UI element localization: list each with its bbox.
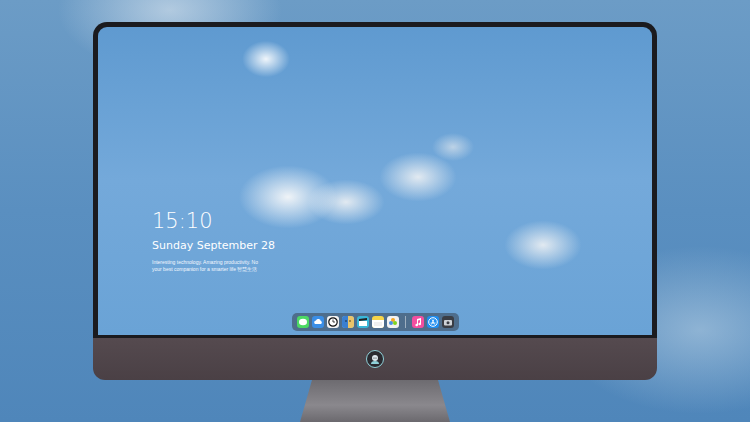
finder-glyph-icon xyxy=(342,316,354,328)
brand-logo-icon xyxy=(366,350,384,368)
notes-icon[interactable] xyxy=(372,316,384,328)
monitor-chin xyxy=(93,338,657,380)
appstore-glyph-icon xyxy=(427,316,439,328)
drive-icon[interactable] xyxy=(312,316,324,328)
monitor: 15:10 Sunday September 28 Interesting tech… xyxy=(93,22,657,422)
drive-glyph-icon xyxy=(312,316,324,328)
monitor-bezel: 15:10 Sunday September 28 Interesting tech… xyxy=(93,22,657,338)
dock xyxy=(292,313,459,331)
camera-glyph-icon xyxy=(442,316,454,328)
lock-screen: 15:10 Sunday September 28 Interesting tech… xyxy=(98,27,652,335)
clock: 15:10 xyxy=(152,210,652,233)
lock-message-line: Interesting technology. Amazing producti… xyxy=(152,259,652,266)
dock-row xyxy=(98,313,652,331)
messages-icon[interactable] xyxy=(297,316,309,328)
lock-message: Interesting technology. Amazing producti… xyxy=(152,259,652,272)
monitor-stand xyxy=(300,380,450,422)
dock-separator xyxy=(405,316,406,328)
photos-icon[interactable] xyxy=(387,316,399,328)
appstore-icon[interactable] xyxy=(427,316,439,328)
avatar-logo-icon xyxy=(369,353,381,365)
date: Sunday September 28 xyxy=(152,239,652,252)
music-icon[interactable] xyxy=(412,316,424,328)
camera-icon[interactable] xyxy=(442,316,454,328)
photos-glyph-icon xyxy=(387,316,399,328)
background: 15:10 Sunday September 28 Interesting tech… xyxy=(0,0,750,422)
music-glyph-icon xyxy=(412,316,424,328)
messages-glyph-icon xyxy=(297,316,309,328)
video-icon[interactable] xyxy=(357,316,369,328)
video-glyph-icon xyxy=(357,316,369,328)
lock-message-line: your best companion for a smarter life 智… xyxy=(152,266,652,273)
clock-icon[interactable] xyxy=(327,316,339,328)
finder-icon[interactable] xyxy=(342,316,354,328)
notes-glyph-icon xyxy=(372,316,384,328)
clock-glyph-icon xyxy=(327,316,339,328)
